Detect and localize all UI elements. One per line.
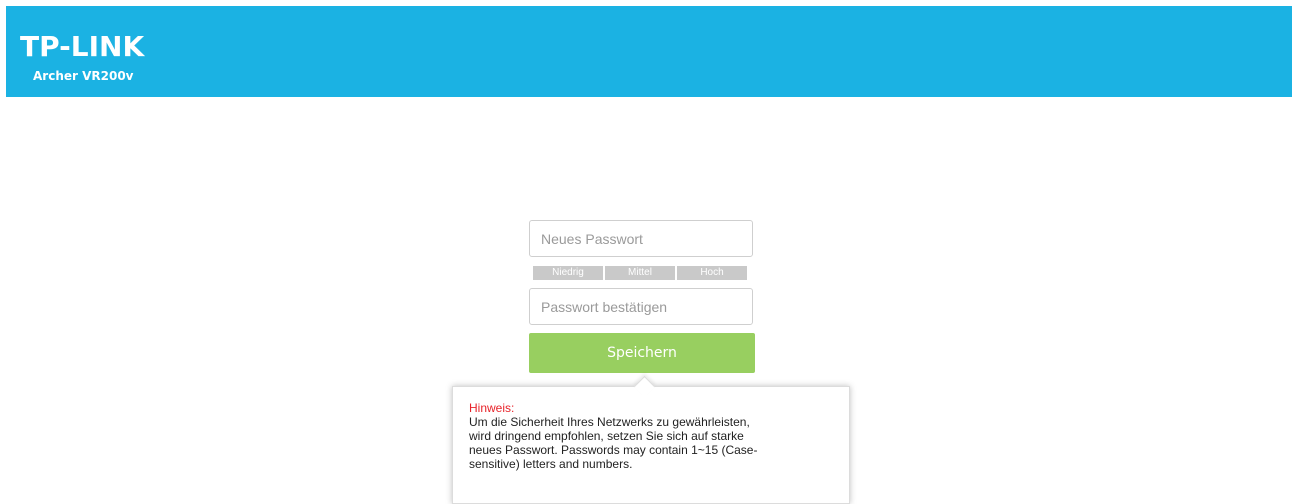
hint-tooltip: Hinweis: Um die Sicherheit Ihres Netzwer… [452,386,850,504]
hint-text-line: sensitive) letters and numbers. [469,457,633,471]
new-password-input[interactable] [529,220,753,257]
hint-text-line: neues Passwort. Passwords may contain 1~… [469,443,758,457]
save-button[interactable]: Speichern [529,333,755,373]
hint-text-line: Um die Sicherheit Ihres Netzwerks zu gew… [469,415,750,429]
strength-medium: Mittel [605,266,675,280]
hint-text-line: wird dringend empfohlen, setzen Sie sich… [469,429,744,443]
confirm-password-input[interactable] [529,288,753,325]
model-name: Archer VR200v [33,69,134,83]
strength-high: Hoch [677,266,747,280]
header-bar: TP-LINK Archer VR200v [6,6,1292,97]
strength-low: Niedrig [533,266,603,280]
tp-link-logo: TP-LINK [20,30,145,63]
password-strength-meter: Niedrig Mittel Hoch [533,266,747,280]
hint-title: Hinweis: [469,401,515,415]
